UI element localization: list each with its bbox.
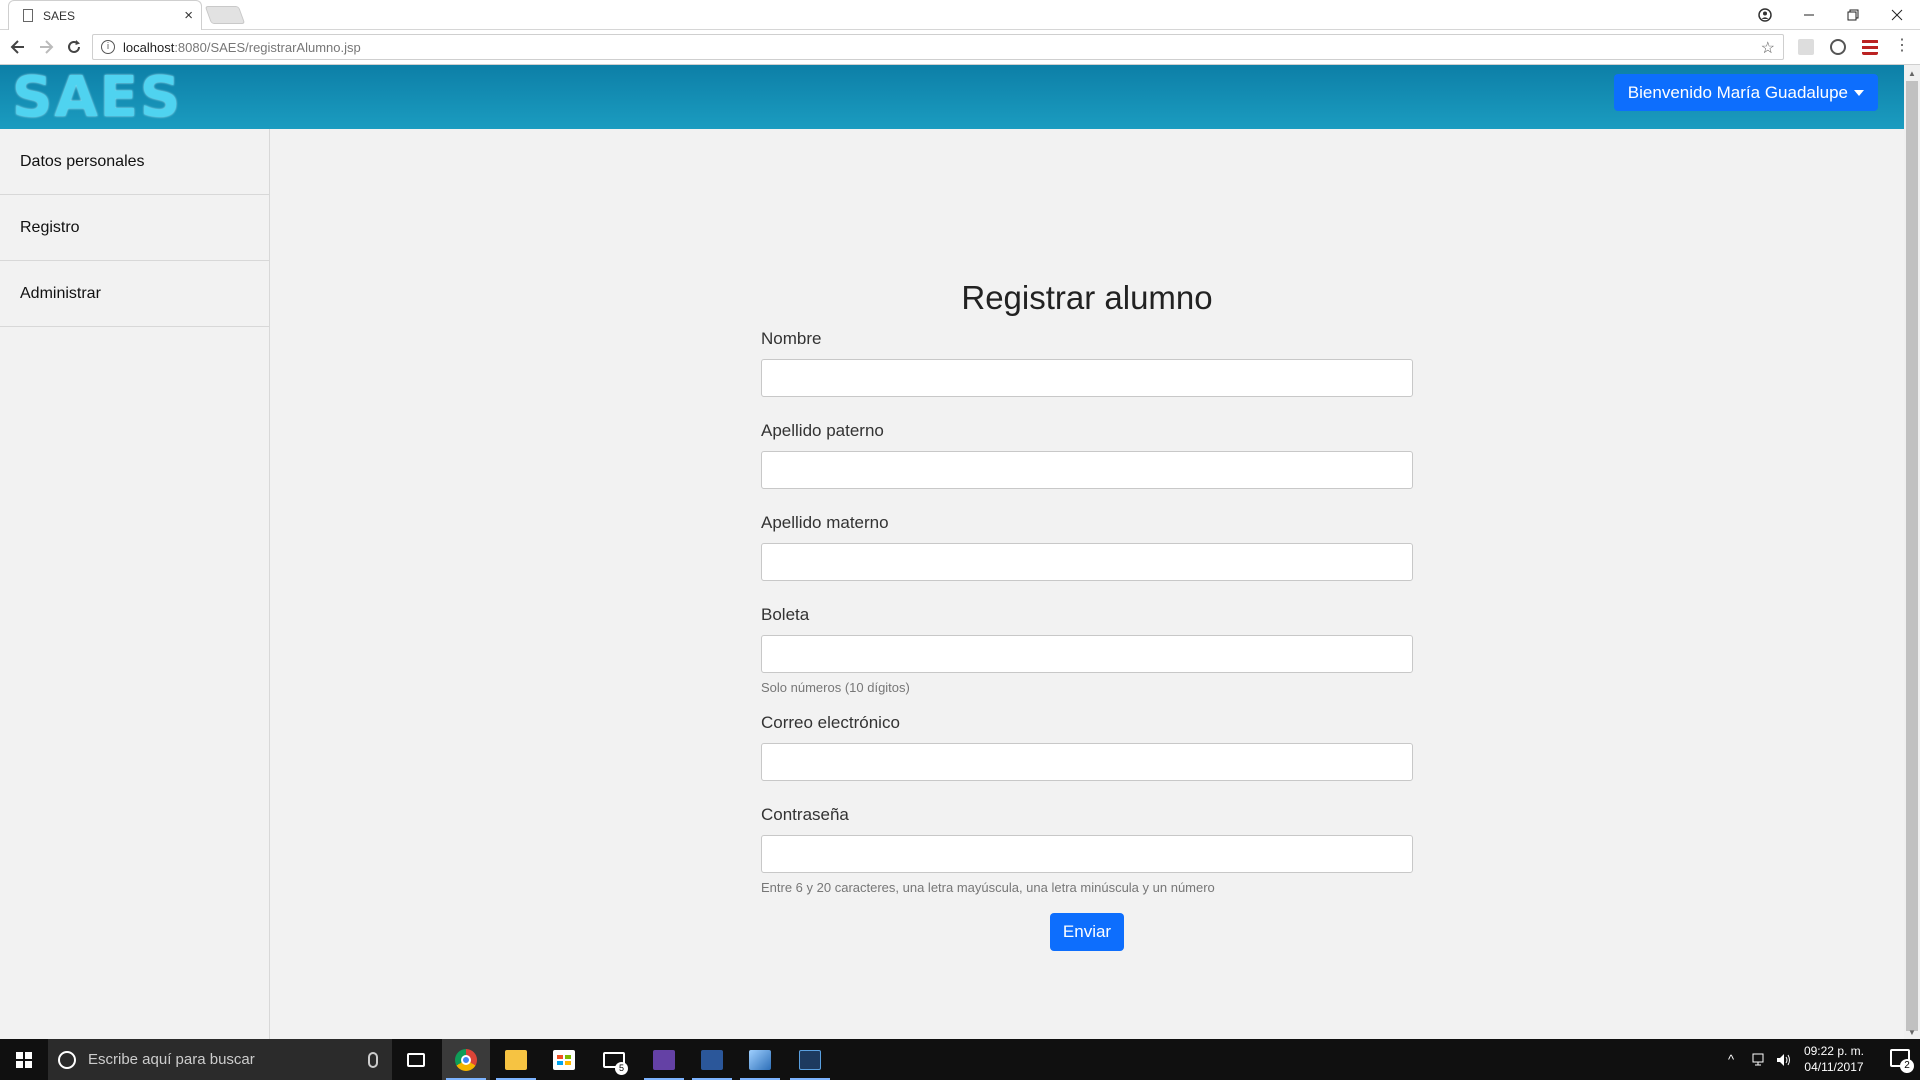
- reload-icon[interactable]: [63, 36, 85, 58]
- extension-icon[interactable]: [1862, 39, 1878, 55]
- taskbar-search[interactable]: Escribe aquí para buscar: [48, 1039, 392, 1080]
- system-clock[interactable]: 09:22 p. m. 04/11/2017: [1804, 1043, 1864, 1075]
- browser-tab-bar: SAES ×: [0, 0, 1920, 30]
- windows-logo-icon: [16, 1051, 32, 1068]
- page-scrollbar[interactable]: ▲ ▼: [1904, 65, 1920, 1039]
- network-icon[interactable]: [1752, 1039, 1768, 1080]
- app-header: SAES Bienvenido María Guadalupe: [0, 65, 1904, 129]
- clock-date: 04/11/2017: [1804, 1060, 1864, 1074]
- password-input[interactable]: [761, 835, 1413, 873]
- star-icon[interactable]: ☆: [1761, 38, 1775, 58]
- restore-icon[interactable]: [1832, 0, 1874, 30]
- app-logo[interactable]: SAES: [12, 68, 182, 128]
- extension-icon[interactable]: [1798, 39, 1814, 55]
- boleta-input[interactable]: [761, 635, 1413, 673]
- url-text: localhost:8080/SAES/registrarAlumno.jsp: [123, 39, 361, 55]
- user-menu-label: Bienvenido María Guadalupe: [1627, 82, 1848, 102]
- chrome-icon[interactable]: [442, 1039, 490, 1080]
- apellido-paterno-input[interactable]: [761, 451, 1413, 489]
- email-input[interactable]: [761, 743, 1413, 781]
- account-icon[interactable]: [1744, 0, 1786, 30]
- apellido-materno-input[interactable]: [761, 543, 1413, 581]
- menu-icon[interactable]: ⋮: [1894, 38, 1910, 55]
- info-icon[interactable]: i: [101, 40, 115, 54]
- task-view-icon[interactable]: [392, 1039, 440, 1080]
- boleta-help-text: Solo números (10 dígitos): [761, 680, 910, 695]
- scroll-down-icon[interactable]: ▼: [1908, 1028, 1916, 1037]
- page-title: Registrar alumno: [961, 279, 1213, 316]
- volume-icon[interactable]: [1776, 1039, 1792, 1080]
- store-icon[interactable]: [540, 1039, 588, 1080]
- forward-icon[interactable]: [35, 36, 57, 58]
- field-label: Nombre: [761, 329, 822, 348]
- sidebar-item-label: Administrar: [20, 284, 101, 302]
- word-icon[interactable]: [688, 1039, 736, 1080]
- virtualbox-icon[interactable]: [736, 1039, 784, 1080]
- sidebar-item-label: Registro: [20, 218, 80, 236]
- field-label: Apellido paterno: [761, 421, 884, 440]
- file-explorer-icon[interactable]: [492, 1039, 540, 1080]
- browser-tab[interactable]: SAES ×: [8, 0, 202, 30]
- nombre-input[interactable]: [761, 359, 1413, 397]
- scrollbar-thumb[interactable]: [1906, 81, 1918, 1031]
- search-placeholder: Escribe aquí para buscar: [88, 1051, 255, 1068]
- url-input[interactable]: i localhost:8080/SAES/registrarAlumno.js…: [92, 34, 1784, 60]
- field-label: Apellido materno: [761, 513, 889, 532]
- password-help-text: Entre 6 y 20 caracteres, una letra mayús…: [761, 880, 1215, 895]
- sidebar-item-administrar[interactable]: Administrar: [0, 261, 269, 327]
- tab-title: SAES: [43, 8, 76, 23]
- twitch-icon[interactable]: [640, 1039, 688, 1080]
- extension-icon[interactable]: [1830, 39, 1846, 55]
- minimize-icon[interactable]: [1788, 0, 1830, 30]
- microphone-icon[interactable]: [368, 1051, 378, 1068]
- cortana-icon: [58, 1050, 76, 1069]
- start-button[interactable]: [0, 1039, 48, 1080]
- netbeans-icon[interactable]: [786, 1039, 834, 1080]
- mail-badge: 5: [615, 1062, 628, 1075]
- submit-button[interactable]: Enviar: [1049, 913, 1125, 951]
- field-label: Boleta: [761, 605, 810, 624]
- caret-down-icon: [1854, 89, 1864, 96]
- windows-taskbar: Escribe aquí para buscar 5 ^ 09:22 p. m.…: [0, 1039, 1920, 1080]
- sidebar-item-label: Datos personales: [20, 152, 145, 170]
- address-bar: i localhost:8080/SAES/registrarAlumno.js…: [0, 30, 1920, 65]
- document-icon: [23, 9, 33, 22]
- clock-time: 09:22 p. m.: [1803, 1044, 1864, 1058]
- close-icon[interactable]: [1876, 0, 1918, 30]
- field-label: Correo electrónico: [761, 713, 900, 732]
- tray-chevron-icon[interactable]: ^: [1728, 1039, 1734, 1080]
- main-content: Registrar alumno Nombre Apellido paterno…: [270, 129, 1904, 1039]
- mail-icon[interactable]: 5: [590, 1039, 638, 1080]
- scroll-up-icon[interactable]: ▲: [1908, 69, 1916, 78]
- user-menu-button[interactable]: Bienvenido María Guadalupe: [1613, 74, 1878, 111]
- sidebar-item-datos-personales[interactable]: Datos personales: [0, 129, 269, 195]
- sidebar-item-registro[interactable]: Registro: [0, 195, 269, 261]
- back-icon[interactable]: [7, 36, 29, 58]
- register-student-form: Registrar alumno Nombre Apellido paterno…: [761, 279, 1413, 951]
- tab-close-icon[interactable]: ×: [184, 7, 193, 24]
- notification-badge: 2: [1900, 1059, 1914, 1073]
- sidebar: Datos personales Registro Administrar: [0, 129, 270, 1039]
- new-tab-button[interactable]: [204, 6, 246, 24]
- field-label: Contraseña: [761, 805, 849, 824]
